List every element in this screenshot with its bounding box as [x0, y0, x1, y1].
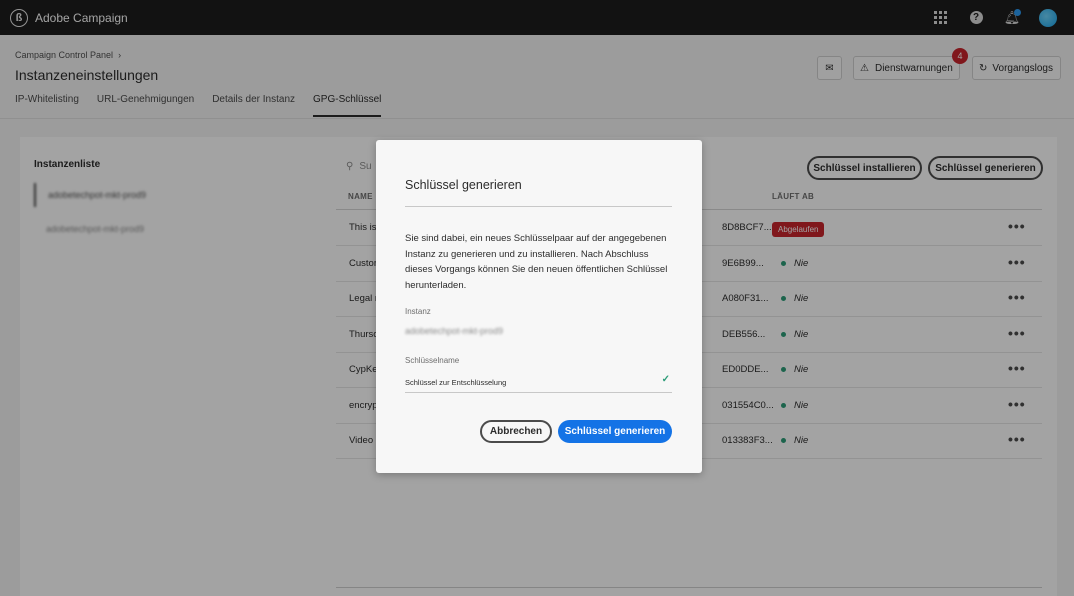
dialog-divider: [405, 206, 672, 207]
cancel-button[interactable]: Abbrechen: [480, 420, 552, 443]
key-name-label: Schlüsselname: [405, 356, 460, 365]
confirm-generate-button[interactable]: Schlüssel generieren: [558, 420, 672, 443]
instance-label: Instanz: [405, 307, 431, 316]
key-name-field[interactable]: Schlüssel zur Entschlüsselung ✓: [405, 371, 672, 393]
dialog-title: Schlüssel generieren: [405, 178, 522, 192]
checkmark-icon: ✓: [661, 374, 670, 385]
generate-key-dialog: Schlüssel generieren Sie sind dabei, ein…: [376, 140, 702, 473]
dialog-description: Sie sind dabei, ein neues Schlüsselpaar …: [405, 233, 668, 291]
instance-value: adobetechpot-mkt-prod9: [405, 326, 504, 336]
key-name-value[interactable]: Schlüssel zur Entschlüsselung: [405, 378, 506, 387]
